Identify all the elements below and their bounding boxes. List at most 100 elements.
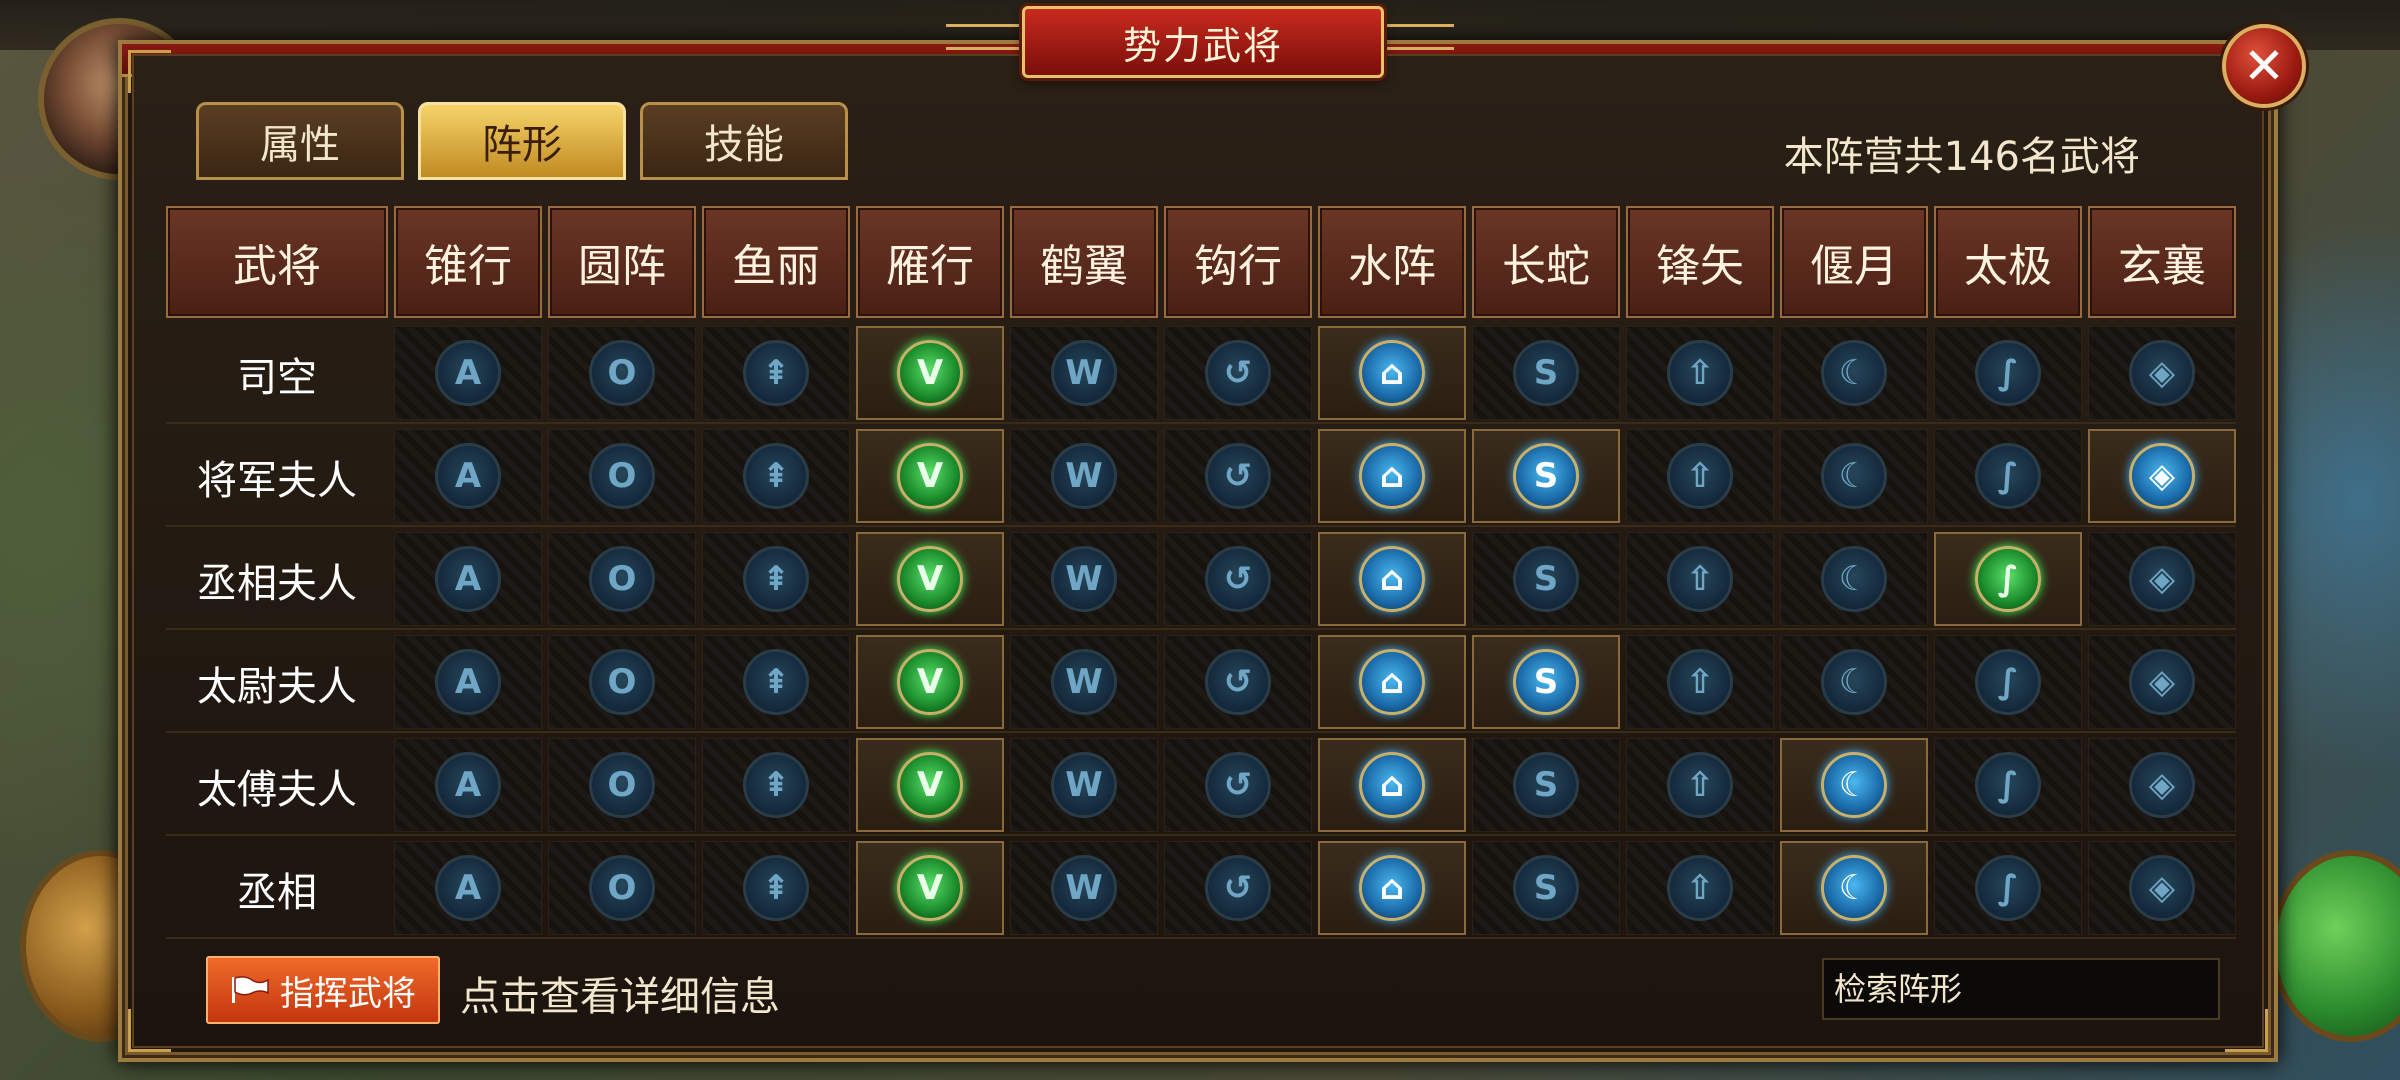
formation-cell[interactable]: ⇧ [1626, 532, 1774, 626]
crescent-rune-icon: ☾ [1821, 649, 1887, 715]
formation-cell[interactable]: W [1010, 738, 1158, 832]
formation-search[interactable] [1822, 958, 2235, 1020]
formation-cell[interactable]: ◈ [2088, 532, 2236, 626]
formation-cell[interactable]: ⇞ [702, 429, 850, 523]
formation-cell[interactable]: S [1472, 738, 1620, 832]
formation-cell[interactable]: O [548, 841, 696, 935]
formation-cell[interactable]: ☾ [1780, 429, 1928, 523]
command-generals-button[interactable]: 指挥武将 [206, 956, 440, 1024]
formation-cell[interactable]: V [856, 326, 1004, 420]
formation-cell[interactable]: ↺ [1164, 429, 1312, 523]
formation-cell[interactable]: ↺ [1164, 738, 1312, 832]
table-body[interactable]: 司空 A O ⇞ V W ↺ ⌂ S ⇧ ☾ ∫ ◈ 将军夫人 A O ⇞ V W ↺ ⌂ S ⇧ ☾ ∫ ◈ 丞相夫人 A O ⇞ V W ↺… [166, 326, 2236, 1038]
formation-cell[interactable]: ◈ [2088, 841, 2236, 935]
formation-cell[interactable]: A [394, 635, 542, 729]
tab-skills[interactable]: 技能 [640, 102, 848, 180]
formation-cell[interactable]: ◈ [2088, 635, 2236, 729]
formation-cell[interactable]: A [394, 841, 542, 935]
formation-cell[interactable]: ↺ [1164, 841, 1312, 935]
formation-cell[interactable]: ↺ [1164, 635, 1312, 729]
general-row[interactable]: 将军夫人 A O ⇞ V W ↺ ⌂ S ⇧ ☾ ∫ ◈ [166, 429, 2236, 527]
general-row[interactable]: 太傅夫人 A O ⇞ V W ↺ ⌂ S ⇧ ☾ ∫ ◈ [166, 738, 2236, 836]
crane-wing-rune-icon: W [1051, 649, 1117, 715]
formation-cell[interactable]: ⌂ [1318, 841, 1466, 935]
formation-cell[interactable]: V [856, 532, 1004, 626]
formation-cell[interactable]: ∫ [1934, 738, 2082, 832]
general-row[interactable]: 丞相夫人 A O ⇞ V W ↺ ⌂ S ⇧ ☾ ∫ ◈ [166, 532, 2236, 630]
formation-cell[interactable]: ↺ [1164, 532, 1312, 626]
formation-cell[interactable]: ☾ [1780, 635, 1928, 729]
formation-cell[interactable]: ∫ [1934, 635, 2082, 729]
formation-cell[interactable]: ◈ [2088, 326, 2236, 420]
formation-cell[interactable]: O [548, 429, 696, 523]
formation-cell[interactable]: ⇧ [1626, 841, 1774, 935]
hook-rune-icon: ↺ [1205, 546, 1271, 612]
formation-cell[interactable]: A [394, 738, 542, 832]
formation-cell[interactable]: ⇧ [1626, 326, 1774, 420]
formation-cell[interactable]: S [1472, 841, 1620, 935]
formation-cell[interactable]: ⌂ [1318, 326, 1466, 420]
formation-cell[interactable]: ⇧ [1626, 429, 1774, 523]
title-ornament-left [946, 24, 1026, 50]
formation-cell[interactable]: ↺ [1164, 326, 1312, 420]
formation-cell[interactable]: ☾ [1780, 738, 1928, 832]
circle-rune-icon: O [589, 855, 655, 921]
formation-cell[interactable]: ⇧ [1626, 738, 1774, 832]
formation-cell[interactable]: O [548, 635, 696, 729]
formation-cell[interactable]: ⇞ [702, 841, 850, 935]
formation-cell[interactable]: ∫ [1934, 841, 2082, 935]
panel-corner-ornament [128, 50, 171, 93]
general-row[interactable]: 太尉夫人 A O ⇞ V W ↺ ⌂ S ⇧ ☾ ∫ ◈ [166, 635, 2236, 733]
formation-cell[interactable]: S [1472, 326, 1620, 420]
formation-cell[interactable]: O [548, 326, 696, 420]
formation-cell[interactable]: ◈ [2088, 738, 2236, 832]
crescent-rune-icon: ☾ [1821, 546, 1887, 612]
formation-cell[interactable]: ∫ [1934, 429, 2082, 523]
formation-cell[interactable]: ⇧ [1626, 635, 1774, 729]
fish-scale-rune-icon: ⇞ [743, 546, 809, 612]
formation-cell[interactable]: ∫ [1934, 532, 2082, 626]
formation-cell[interactable]: ☾ [1780, 841, 1928, 935]
formation-cell[interactable]: ⌂ [1318, 532, 1466, 626]
formation-cell[interactable]: S [1472, 429, 1620, 523]
tab-attributes[interactable]: 属性 [196, 102, 404, 180]
formation-cell[interactable]: W [1010, 532, 1158, 626]
formation-cell[interactable]: V [856, 738, 1004, 832]
formation-cell[interactable]: ⌂ [1318, 429, 1466, 523]
formation-cell[interactable]: ⇞ [702, 532, 850, 626]
formation-cell[interactable]: W [1010, 429, 1158, 523]
formation-cell[interactable]: A [394, 532, 542, 626]
formation-cell[interactable]: S [1472, 635, 1620, 729]
formation-cell[interactable]: ⇞ [702, 635, 850, 729]
formation-cell[interactable]: ⇞ [702, 738, 850, 832]
formation-cell[interactable]: ☾ [1780, 532, 1928, 626]
search-input[interactable] [1832, 969, 2235, 1009]
general-row[interactable]: 司空 A O ⇞ V W ↺ ⌂ S ⇧ ☾ ∫ ◈ [166, 326, 2236, 424]
formation-cell[interactable]: ⇞ [702, 326, 850, 420]
formation-cell[interactable]: A [394, 429, 542, 523]
formation-cell[interactable]: V [856, 841, 1004, 935]
formation-cell[interactable]: W [1010, 841, 1158, 935]
formation-cell[interactable]: ☾ [1780, 326, 1928, 420]
formation-cell[interactable]: O [548, 738, 696, 832]
formation-cell[interactable]: ◈ [2088, 429, 2236, 523]
formation-cell[interactable]: ⌂ [1318, 635, 1466, 729]
general-row[interactable]: 丞相 A O ⇞ V W ↺ ⌂ S ⇧ ☾ ∫ ◈ [166, 841, 2236, 939]
formation-cell[interactable]: O [548, 532, 696, 626]
formation-cell[interactable]: W [1010, 326, 1158, 420]
tab-formations[interactable]: 阵形 [418, 102, 626, 180]
formation-cell[interactable]: S [1472, 532, 1620, 626]
arrowhead-rune-icon: A [435, 546, 501, 612]
arrowhead-rune-icon: A [435, 752, 501, 818]
formation-cell[interactable]: V [856, 635, 1004, 729]
formation-cell[interactable]: A [394, 326, 542, 420]
formation-cell[interactable]: ⌂ [1318, 738, 1466, 832]
formation-cell[interactable]: V [856, 429, 1004, 523]
close-button[interactable]: ✕ [2222, 24, 2306, 108]
command-generals-label: 指挥武将 [280, 973, 416, 1014]
crescent-rune-icon: ☾ [1821, 340, 1887, 406]
column-header-formation: 鱼丽 [702, 206, 850, 318]
formation-cell[interactable]: ∫ [1934, 326, 2082, 420]
formation-cell[interactable]: W [1010, 635, 1158, 729]
snake-rune-icon: S [1513, 546, 1579, 612]
